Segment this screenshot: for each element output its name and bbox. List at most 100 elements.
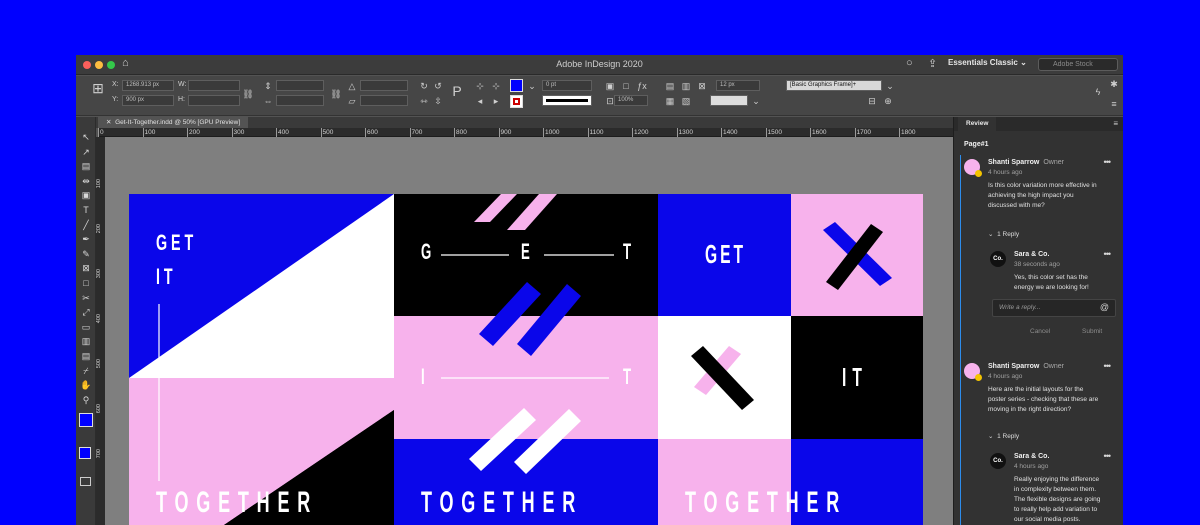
h-label: H:: [178, 96, 185, 103]
y-field[interactable]: 900 px: [122, 95, 174, 106]
scale-x-field[interactable]: [276, 80, 324, 91]
panel-menu-icon[interactable]: ≡: [1113, 119, 1118, 128]
fx-icon[interactable]: ƒx: [636, 80, 648, 92]
lightbulb-icon[interactable]: ○: [906, 57, 913, 69]
constrain-scale-icon[interactable]: ⛓: [330, 88, 342, 100]
flip-v-icon[interactable]: ⇳: [432, 95, 444, 107]
chevron-down-icon[interactable]: ⌄: [526, 80, 538, 92]
cancel-button[interactable]: Cancel: [1030, 328, 1050, 335]
stroke-weight-field[interactable]: 0 pt: [542, 80, 592, 91]
apply-color-icon[interactable]: [79, 447, 91, 459]
scissors-icon[interactable]: ✂: [80, 292, 92, 304]
new-style-icon[interactable]: ⊕: [882, 95, 894, 107]
reply-line: energy we are looking for!: [1014, 284, 1089, 291]
document-tab-bar: ✕ Get-It-Together.indd @ 50% [GPU Previe…: [76, 117, 953, 128]
gear-icon[interactable]: ✱: [1108, 78, 1120, 90]
pen-icon[interactable]: ✒: [80, 233, 92, 245]
ruler-tick: [899, 128, 900, 137]
wrap-icon[interactable]: ▣: [604, 80, 616, 92]
select-next-icon[interactable]: ▸: [490, 95, 502, 107]
page-tool-icon[interactable]: ▤: [80, 160, 92, 172]
fill-swatch[interactable]: [510, 79, 523, 92]
reply-author: Sara & Co.: [1014, 453, 1050, 460]
lightning-icon[interactable]: ϟ: [1092, 86, 1104, 98]
more-icon[interactable]: •••: [1104, 157, 1112, 167]
ruler-tick: [587, 128, 589, 137]
reply-time: 4 hours ago: [1014, 463, 1049, 470]
hand-icon[interactable]: ✋: [80, 379, 92, 391]
reference-point-icon[interactable]: ⊞: [90, 81, 106, 98]
author-name: Shanti Sparrow: [988, 363, 1040, 370]
flip-h-icon[interactable]: ⇿: [418, 95, 430, 107]
stroke-swatch[interactable]: [510, 95, 523, 108]
constrain-link-icon[interactable]: ⛓: [242, 88, 254, 100]
shear-field[interactable]: [360, 95, 408, 106]
gap-tool-icon[interactable]: ⇹: [80, 175, 92, 187]
rectangle-icon[interactable]: □: [80, 277, 92, 289]
scale-y-field[interactable]: [276, 95, 324, 106]
rotate-field[interactable]: [360, 80, 408, 91]
object-style-select[interactable]: [Basic Graphics Frame]+: [786, 80, 882, 91]
vertical-ruler[interactable]: 100 200 300 400 500 600 700: [96, 137, 105, 525]
more-icon[interactable]: •••: [1104, 361, 1112, 371]
frame-icon[interactable]: □: [620, 80, 632, 92]
x-field[interactable]: 1268.913 px: [122, 80, 174, 91]
chevron-down-icon[interactable]: ⌄: [750, 95, 762, 107]
select-prev-icon[interactable]: ◂: [474, 95, 486, 107]
rotate-cw-icon[interactable]: ↻: [418, 80, 430, 92]
chevron-down-icon[interactable]: ⌄: [884, 80, 896, 92]
selection-icon[interactable]: ↖: [80, 131, 92, 143]
replies-toggle[interactable]: ⌄ 1 Reply: [988, 230, 1019, 238]
poster-get: GET: [705, 239, 747, 269]
type-icon[interactable]: T: [80, 204, 92, 216]
opacity-field[interactable]: 100%: [614, 95, 648, 106]
align-center-icon[interactable]: ▥: [680, 80, 692, 92]
align-icon[interactable]: ▤: [664, 80, 676, 92]
reply-input[interactable]: Write a reply... @: [992, 299, 1116, 317]
pencil-icon[interactable]: ✎: [80, 248, 92, 260]
adobe-stock-search[interactable]: Adobe Stock: [1038, 58, 1118, 71]
comment-line: achieving the high impact you: [988, 192, 1074, 199]
fit-frame-icon[interactable]: ⊠: [696, 80, 708, 92]
fill-stroke-swatch[interactable]: [79, 413, 93, 427]
fitting-select[interactable]: [710, 95, 748, 106]
eyedropper-icon[interactable]: ⌿: [80, 365, 92, 377]
h-field[interactable]: [188, 95, 240, 106]
fit-size-field[interactable]: 12 px: [716, 80, 760, 91]
close-icon[interactable]: ✕: [106, 119, 111, 126]
distribute-center-icon[interactable]: ▧: [680, 95, 692, 107]
document-tab[interactable]: ✕ Get-It-Together.indd @ 50% [GPU Previe…: [98, 117, 249, 128]
line-icon[interactable]: ╱: [80, 219, 92, 231]
poster-artwork[interactable]: GET IT TOGETHER G E T I T TOGETHER GET I…: [129, 194, 923, 525]
direct-selection-icon[interactable]: ↗: [80, 146, 92, 158]
tools-panel: ↖ ↗ ▤ ⇹ ▣ T ╱ ✒ ✎ ⊠ □ ✂ ⤢ ▭ ▥ ▤ ⌿ ✋ ⚲: [76, 117, 96, 525]
select-content-icon[interactable]: ⊹: [490, 80, 502, 92]
note-icon[interactable]: ▤: [80, 350, 92, 362]
mention-icon[interactable]: @: [1100, 302, 1109, 312]
replies-toggle[interactable]: ⌄ 1 Reply: [988, 432, 1019, 440]
ruler-tick-label: 200: [189, 129, 200, 136]
rectangle-frame-icon[interactable]: ⊠: [80, 262, 92, 274]
gradient-feather-icon[interactable]: ▥: [80, 335, 92, 347]
distribute-icon[interactable]: ▦: [664, 95, 676, 107]
p-icon[interactable]: P: [450, 84, 464, 101]
workspace-switcher[interactable]: Essentials Classic ⌄: [948, 58, 1027, 67]
w-field[interactable]: [188, 80, 240, 91]
stroke-type-select[interactable]: [542, 95, 592, 106]
clear-overrides-icon[interactable]: ⊟: [866, 95, 878, 107]
free-transform-icon[interactable]: ⤢: [80, 306, 92, 318]
gradient-icon[interactable]: ▭: [80, 321, 92, 333]
content-collector-icon[interactable]: ▣: [80, 189, 92, 201]
rotate-ccw-icon[interactable]: ↺: [432, 80, 444, 92]
select-container-icon[interactable]: ⊹: [474, 80, 486, 92]
share-icon[interactable]: ⇪: [928, 57, 937, 70]
panel-menu-icon[interactable]: ≡: [1108, 98, 1120, 110]
more-icon[interactable]: •••: [1104, 451, 1112, 461]
more-icon[interactable]: •••: [1104, 249, 1112, 259]
screen-mode-icon[interactable]: [80, 477, 91, 486]
reply-body: Really enjoying the difference in comple…: [1014, 475, 1100, 525]
submit-button[interactable]: Submit: [1082, 328, 1102, 335]
horizontal-ruler[interactable]: 0 100 200 300 400 500 600 700 800 900 1000 1100 1200…: [98, 128, 953, 137]
review-tab[interactable]: Review: [958, 117, 997, 131]
zoom-icon[interactable]: ⚲: [80, 394, 92, 406]
